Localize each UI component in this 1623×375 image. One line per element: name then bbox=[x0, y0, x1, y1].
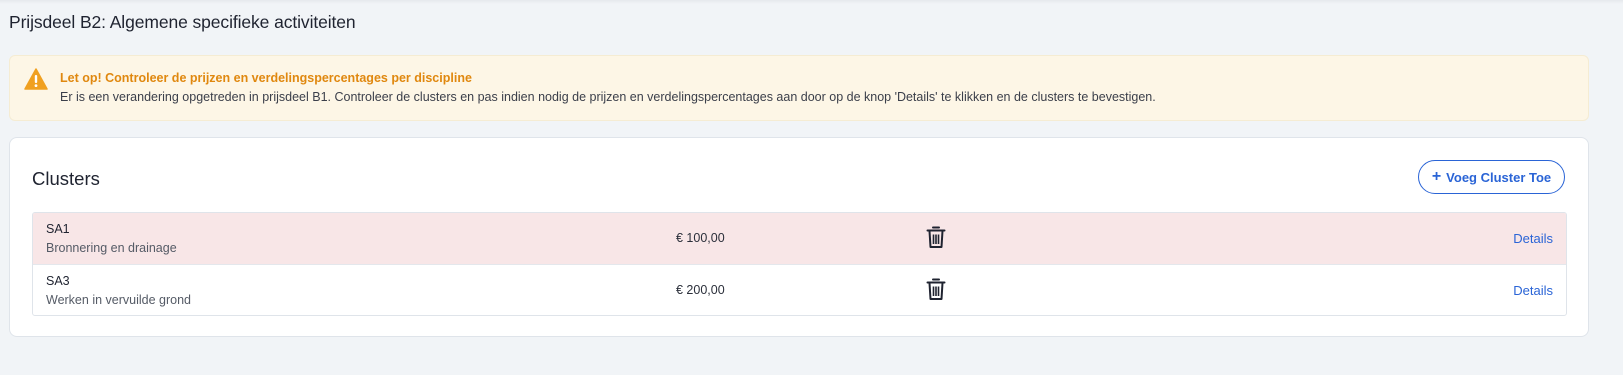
page-title: Prijsdeel B2: Algemene specifieke activi… bbox=[9, 12, 356, 32]
top-shadow bbox=[0, 0, 1623, 4]
alert-message: Er is een verandering opgetreden in prij… bbox=[60, 90, 1156, 104]
warning-triangle-icon bbox=[24, 68, 48, 90]
add-cluster-button[interactable]: + Voeg Cluster Toe bbox=[1418, 160, 1565, 194]
cluster-code: SA1 bbox=[46, 222, 70, 236]
trash-icon[interactable] bbox=[926, 278, 946, 301]
details-link[interactable]: Details bbox=[1513, 231, 1553, 246]
table-row: SA3 Werken in vervuilde grond € 200,00 D… bbox=[33, 264, 1566, 315]
clusters-title: Clusters bbox=[32, 168, 100, 189]
cluster-price: € 200,00 bbox=[676, 283, 725, 297]
plus-icon: + bbox=[1431, 168, 1442, 185]
clusters-table: SA1 Bronnering en drainage € 100,00 Deta… bbox=[32, 212, 1567, 316]
cluster-description: Bronnering en drainage bbox=[46, 241, 177, 255]
cluster-price: € 100,00 bbox=[676, 231, 725, 245]
table-row: SA1 Bronnering en drainage € 100,00 Deta… bbox=[33, 213, 1566, 264]
cluster-description: Werken in vervuilde grond bbox=[46, 293, 191, 307]
warning-alert: Let op! Controleer de prijzen en verdeli… bbox=[9, 55, 1589, 121]
clusters-card: Clusters + Voeg Cluster Toe SA1 Bronneri… bbox=[9, 137, 1589, 337]
alert-title: Let op! Controleer de prijzen en verdeli… bbox=[60, 71, 472, 85]
details-link[interactable]: Details bbox=[1513, 283, 1553, 298]
trash-icon[interactable] bbox=[926, 226, 946, 249]
cluster-code: SA3 bbox=[46, 274, 70, 288]
add-cluster-label: Voeg Cluster Toe bbox=[1446, 169, 1552, 185]
